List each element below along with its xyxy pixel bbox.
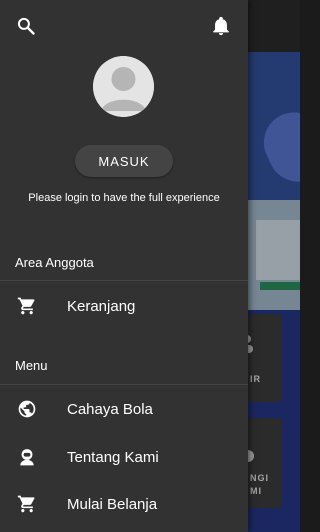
menu-item-mulai-belanja[interactable]: Mulai Belanja — [0, 482, 248, 526]
bell-icon[interactable] — [209, 14, 233, 38]
cart-icon — [16, 295, 38, 317]
divider — [0, 280, 248, 281]
menu-item-cahaya-bola[interactable]: Cahaya Bola — [0, 387, 248, 431]
divider — [0, 384, 248, 385]
search-icon[interactable] — [14, 14, 38, 38]
globe-icon — [16, 398, 38, 420]
navigation-drawer: MASUK Please login to have the full expe… — [0, 0, 248, 532]
section-title-member-area: Area Anggota — [15, 255, 94, 270]
cart-icon — [16, 493, 38, 515]
menu-item-label: Cahaya Bola — [67, 400, 153, 418]
menu-item-cart[interactable]: Keranjang — [0, 284, 248, 328]
menu-item-label: Tentang Kami — [67, 448, 159, 466]
menu-item-label: Keranjang — [67, 297, 136, 315]
person-icon — [16, 446, 38, 468]
login-button[interactable]: MASUK — [75, 145, 173, 177]
menu-item-tentang-kami[interactable]: Tentang Kami — [0, 435, 248, 479]
avatar[interactable] — [93, 56, 154, 117]
menu-item-label: Mulai Belanja — [67, 495, 158, 513]
login-hint-text: Please login to have the full experience — [28, 192, 220, 204]
drawer-scrim[interactable] — [248, 0, 300, 532]
section-title-menu: Menu — [15, 358, 48, 373]
